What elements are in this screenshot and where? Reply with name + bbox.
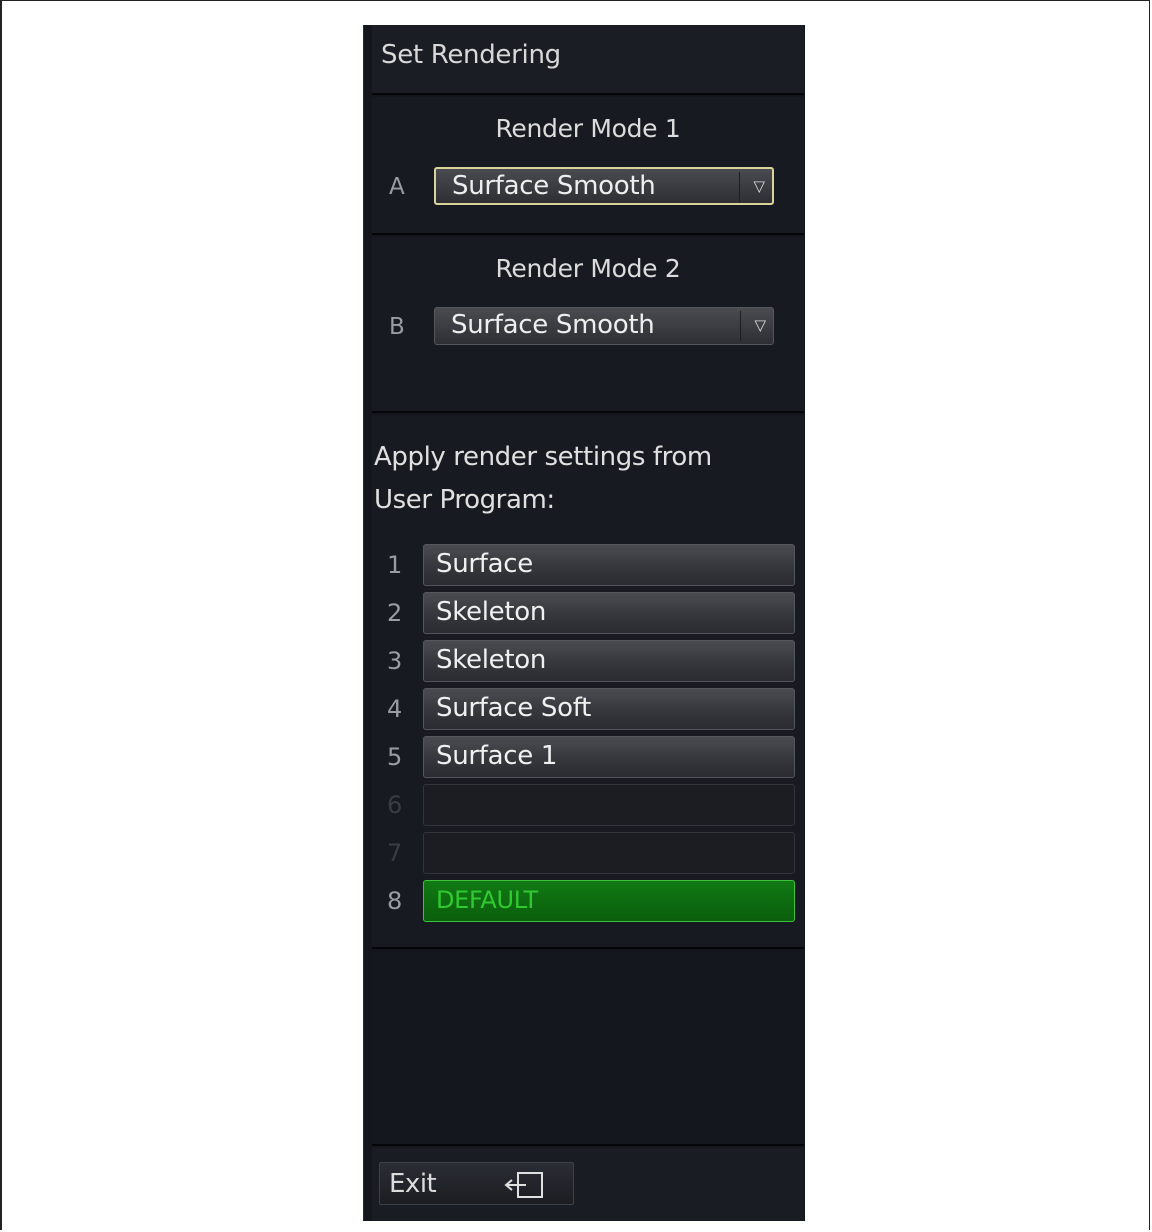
user-program-button-7 xyxy=(423,832,795,874)
user-program-number: 7 xyxy=(387,839,403,867)
exit-door-icon xyxy=(504,1172,543,1198)
divider xyxy=(372,93,804,95)
user-program-heading-line1: Apply render settings from xyxy=(374,442,712,472)
render-mode-1-section: Render Mode 1 A Surface Smooth ▽ xyxy=(372,97,804,233)
panel-header: Set Rendering xyxy=(372,25,804,93)
user-program-item-3: 3 Skeleton xyxy=(372,640,804,684)
render-mode-2-title: Render Mode 2 xyxy=(495,254,681,283)
render-mode-1-value: Surface Smooth xyxy=(452,171,656,201)
user-program-button-5[interactable]: Surface 1 xyxy=(423,736,795,778)
panel-title: Set Rendering xyxy=(381,40,561,70)
divider xyxy=(372,233,804,235)
user-program-item-4: 4 Surface Soft xyxy=(372,688,804,732)
user-program-number: 2 xyxy=(387,599,403,627)
exit-label: Exit xyxy=(389,1169,437,1199)
user-program-label: Surface xyxy=(436,549,533,579)
user-program-button-4[interactable]: Surface Soft xyxy=(423,688,795,730)
user-program-item-7: 7 xyxy=(372,832,804,876)
user-program-number: 1 xyxy=(387,551,403,579)
user-program-item-5: 5 Surface 1 xyxy=(372,736,804,780)
user-program-button-6 xyxy=(423,784,795,826)
user-program-label: DEFAULT xyxy=(436,886,538,914)
user-program-label: Surface Soft xyxy=(436,693,592,723)
render-mode-1-letter: A xyxy=(389,174,405,200)
user-program-item-6: 6 xyxy=(372,784,804,828)
user-program-label: Surface 1 xyxy=(436,741,558,771)
user-program-button-2[interactable]: Skeleton xyxy=(423,592,795,634)
render-mode-2-section: Render Mode 2 B Surface Smooth ▽ xyxy=(372,237,804,411)
render-mode-2-dropdown[interactable]: Surface Smooth ▽ xyxy=(434,307,774,345)
chevron-down-icon: ▽ xyxy=(754,316,766,334)
render-mode-1-title: Render Mode 1 xyxy=(495,114,681,143)
user-program-heading: Apply render settings from User Program: xyxy=(374,436,712,522)
user-program-label: Skeleton xyxy=(436,597,547,627)
divider xyxy=(372,411,804,413)
dropdown-separator xyxy=(739,172,740,202)
user-program-button-8[interactable]: DEFAULT xyxy=(423,880,795,922)
user-program-number: 6 xyxy=(387,791,403,819)
user-program-number: 4 xyxy=(387,695,403,723)
panel-footer: Exit xyxy=(372,1148,804,1221)
user-program-number: 5 xyxy=(387,743,403,771)
user-program-item-1: 1 Surface xyxy=(372,544,804,588)
render-mode-2-letter: B xyxy=(389,314,405,340)
chevron-down-icon: ▽ xyxy=(753,177,765,195)
user-program-number: 3 xyxy=(387,647,403,675)
render-mode-2-value: Surface Smooth xyxy=(451,310,655,340)
dropdown-separator xyxy=(740,311,741,341)
user-program-item-2: 2 Skeleton xyxy=(372,592,804,636)
exit-button[interactable]: Exit xyxy=(379,1162,574,1205)
divider xyxy=(372,947,804,949)
divider xyxy=(372,1144,804,1146)
set-rendering-panel: Set Rendering Render Mode 1 A Surface Sm… xyxy=(363,25,805,1221)
user-program-label: Skeleton xyxy=(436,645,547,675)
user-program-button-3[interactable]: Skeleton xyxy=(423,640,795,682)
render-mode-1-dropdown[interactable]: Surface Smooth ▽ xyxy=(434,167,774,205)
user-program-number: 8 xyxy=(387,887,403,915)
user-program-button-1[interactable]: Surface xyxy=(423,544,795,586)
user-program-heading-line2: User Program: xyxy=(374,485,555,515)
user-program-item-8: 8 DEFAULT xyxy=(372,880,804,924)
empty-area xyxy=(372,951,804,1144)
user-program-section: Apply render settings from User Program:… xyxy=(372,415,804,947)
